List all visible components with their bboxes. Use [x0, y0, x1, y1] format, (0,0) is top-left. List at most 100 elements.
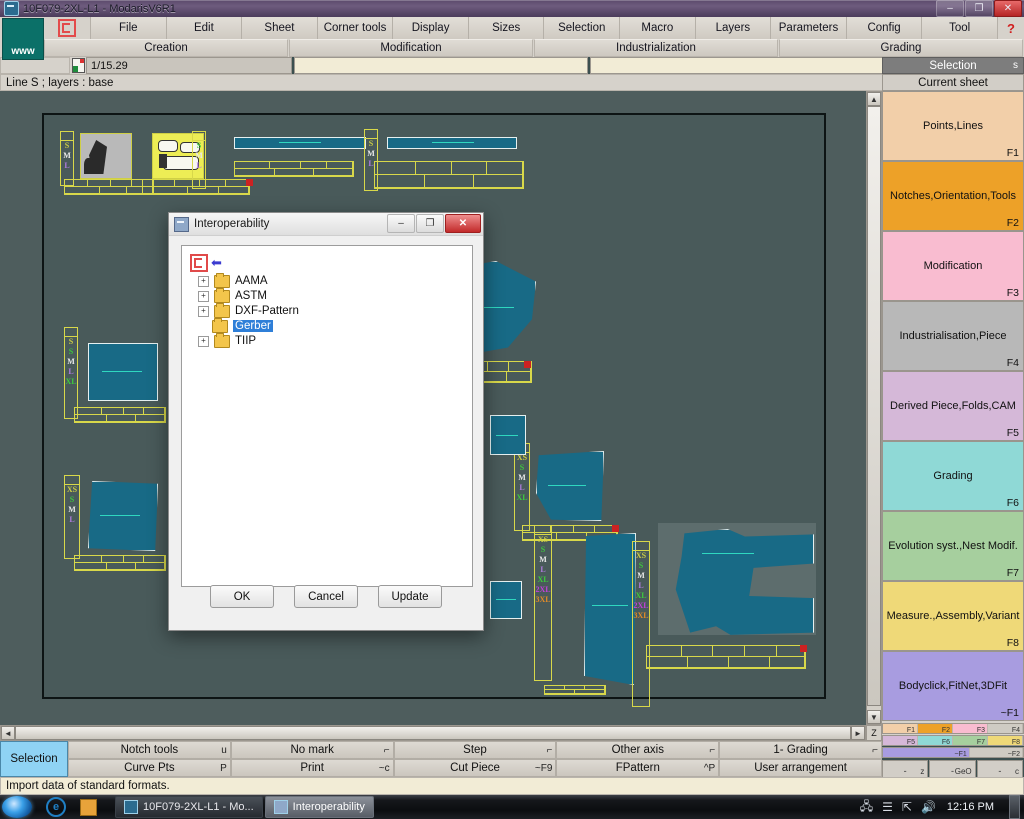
interoperability-dialog[interactable]: Interoperability – ❐ ✕ ⬅ + AAMA + ASTM +…: [168, 212, 484, 631]
scroll-up-button[interactable]: ▲: [867, 92, 881, 106]
tab-modification[interactable]: Modification: [289, 39, 533, 57]
close-button[interactable]: ✕: [994, 0, 1022, 17]
modaris-logo-icon[interactable]: [44, 17, 91, 39]
horizontal-scroll-thumb[interactable]: [15, 726, 851, 740]
pattern-piece[interactable]: [536, 451, 604, 521]
menu-edit[interactable]: Edit: [166, 17, 243, 39]
legend-chip-f7[interactable]: F7: [953, 736, 988, 746]
tool-print[interactable]: Print ~c: [230, 759, 394, 777]
piece-thumbnail[interactable]: [80, 133, 132, 179]
scroll-down-button[interactable]: ▼: [867, 710, 881, 724]
tool-grading-mode[interactable]: 1- Grading ⌐: [719, 741, 882, 759]
taskbar-item-interoperability[interactable]: Interoperability: [264, 796, 374, 818]
menu-selection[interactable]: Selection: [544, 17, 621, 39]
fkey-measure-assembly-variant[interactable]: Measure.,Assembly,Variant F8: [882, 581, 1024, 651]
menu-parameters[interactable]: Parameters: [771, 17, 847, 39]
menu-file[interactable]: File: [91, 17, 167, 39]
menu-config[interactable]: Config: [846, 17, 923, 39]
fkey-grading[interactable]: Grading F6: [882, 441, 1024, 511]
selection-mode-button[interactable]: Selection: [0, 741, 68, 777]
fkey-bodyclick-fitnet-3dfit[interactable]: Bodyclick,FitNet,3DFit ~F1: [882, 651, 1024, 721]
menu-macro[interactable]: Macro: [620, 17, 696, 39]
canvas-horizontal-scrollbar[interactable]: ◄ ►: [0, 725, 866, 741]
zoom-corner-button[interactable]: Z: [866, 725, 882, 741]
pattern-piece[interactable]: [584, 533, 636, 685]
www-button[interactable]: www: [2, 18, 44, 60]
ok-button[interactable]: OK: [210, 585, 274, 608]
legend-chip-f3[interactable]: F3: [953, 724, 988, 734]
tool-user-arrangement[interactable]: User arrangement: [719, 759, 882, 777]
canvas-vertical-scrollbar[interactable]: ▲ ▼: [866, 91, 882, 725]
legend-chip-f8[interactable]: F8: [988, 736, 1023, 746]
command-input-1[interactable]: [294, 57, 588, 74]
tool-notch-tools[interactable]: Notch tools u: [68, 741, 231, 759]
legend-chip-f2[interactable]: F2: [918, 724, 953, 734]
menu-display[interactable]: Display: [393, 17, 469, 39]
vertical-scroll-thumb[interactable]: [867, 106, 881, 706]
menu-sizes[interactable]: Sizes: [468, 17, 545, 39]
expander-icon[interactable]: +: [198, 335, 209, 347]
menu-tool[interactable]: Tool: [922, 17, 998, 39]
list-icon[interactable]: ☰: [882, 800, 893, 814]
sheet-icon[interactable]: [70, 57, 86, 74]
tree-item-tiip[interactable]: + TIIP: [198, 332, 472, 348]
legend-row[interactable]: F5 F6 F7 F8: [882, 735, 1024, 746]
menu-corner-tools[interactable]: Corner tools: [317, 17, 394, 39]
pattern-piece[interactable]: [88, 481, 158, 551]
shortcut-icon[interactable]: ⇱: [902, 800, 912, 814]
expander-icon[interactable]: +: [198, 290, 209, 302]
internet-explorer-icon[interactable]: e: [46, 797, 66, 817]
expander-icon[interactable]: +: [198, 305, 209, 317]
show-desktop-button[interactable]: [1009, 795, 1020, 819]
tab-creation[interactable]: Creation: [44, 39, 288, 57]
tree-item-astm[interactable]: + ASTM: [198, 287, 472, 303]
folder-icon[interactable]: [80, 798, 97, 816]
tab-industrialization[interactable]: Industrialization: [534, 39, 778, 57]
pattern-piece[interactable]: [88, 343, 158, 401]
fkey-industrialisation-piece[interactable]: Industrialisation,Piece F4: [882, 301, 1024, 371]
menu-layers[interactable]: Layers: [695, 17, 772, 39]
tool-cut-piece[interactable]: Cut Piece ~F9: [393, 759, 557, 777]
pattern-piece[interactable]: [234, 137, 366, 149]
legend-chip-alt-f1[interactable]: ~F1: [883, 748, 970, 758]
tab-grading[interactable]: Grading: [779, 39, 1023, 57]
fkey-points-lines[interactable]: Points,Lines F1: [882, 91, 1024, 161]
fkey-evolution-syst-nest-modif[interactable]: Evolution syst.,Nest Modif. F7: [882, 511, 1024, 581]
legend-chip-f4[interactable]: F4: [988, 724, 1023, 734]
legend-chip-f6[interactable]: F6: [918, 736, 953, 746]
minimize-button[interactable]: –: [936, 0, 964, 17]
taskbar-item-modaris[interactable]: 10F079-2XL-L1 - Mo...: [115, 796, 263, 818]
volume-icon[interactable]: 🔊: [921, 800, 936, 814]
legend-row[interactable]: F1 F2 F3 F4: [882, 723, 1024, 734]
tool-other-axis[interactable]: Other axis ⌐: [556, 741, 720, 759]
tool-step[interactable]: Step ⌐: [393, 741, 557, 759]
dialog-maximize-button[interactable]: ❐: [416, 214, 444, 233]
panel-selection-header[interactable]: Selection s: [882, 57, 1024, 74]
legend-chip-f1[interactable]: F1: [883, 724, 918, 734]
tool-curve-pts[interactable]: Curve Pts P: [68, 759, 231, 777]
panel-current-sheet[interactable]: Current sheet: [882, 74, 1024, 91]
tool-fpattern[interactable]: FPattern ^P: [556, 759, 720, 777]
pattern-piece[interactable]: [490, 581, 522, 619]
cancel-button[interactable]: Cancel: [294, 585, 358, 608]
tree-item-aama[interactable]: + AAMA: [198, 272, 472, 288]
legend-chip-alt-f2[interactable]: ~F2: [969, 748, 1023, 758]
network-icon[interactable]: 🖧: [860, 797, 873, 818]
maximize-button[interactable]: ❐: [965, 0, 993, 17]
tree-item-dxf-pattern[interactable]: + DXF-Pattern: [198, 302, 472, 318]
expander-icon[interactable]: +: [198, 275, 209, 287]
scroll-right-button[interactable]: ►: [851, 726, 865, 740]
help-icon[interactable]: ?: [997, 17, 1024, 39]
dialog-minimize-button[interactable]: –: [387, 214, 415, 233]
fkey-modification[interactable]: Modification F3: [882, 231, 1024, 301]
dialog-close-button[interactable]: ✕: [445, 214, 481, 233]
legend-row[interactable]: ~F1 ~F2: [882, 747, 1024, 758]
scroll-left-button[interactable]: ◄: [1, 726, 15, 740]
update-button[interactable]: Update: [378, 585, 442, 608]
fkey-derived-piece-folds-cam[interactable]: Derived Piece,Folds,CAM F5: [882, 371, 1024, 441]
menu-sheet[interactable]: Sheet: [242, 17, 318, 39]
tree-item-gerber[interactable]: Gerber: [198, 317, 472, 333]
pattern-piece[interactable]: [387, 137, 517, 149]
command-input-2[interactable]: [590, 57, 884, 74]
scale-value[interactable]: 1/15.29: [86, 57, 292, 74]
